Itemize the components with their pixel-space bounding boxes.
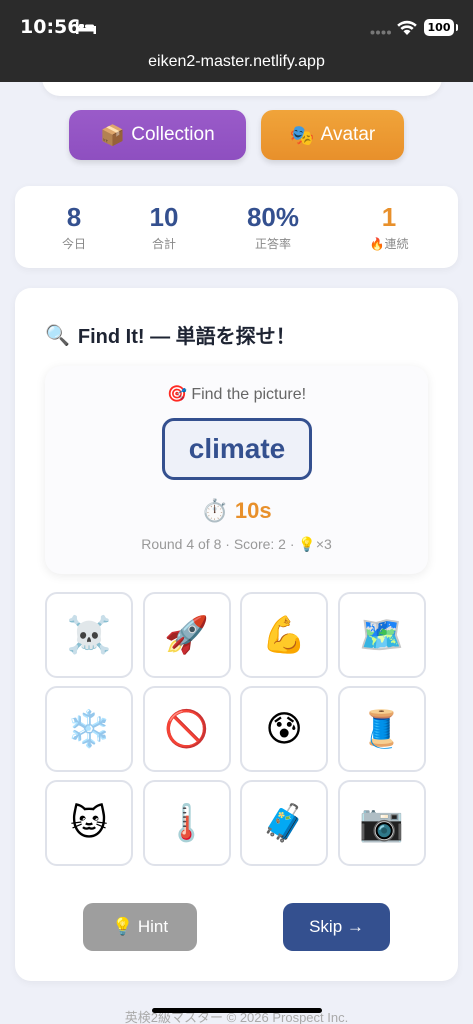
stat-label: 正答率: [254, 237, 291, 251]
anxious-face-icon: 😰: [265, 708, 303, 750]
stat-streak: 1 🔥連続: [334, 202, 444, 252]
camera-icon: 📷: [359, 803, 405, 844]
stat-label: 合計: [151, 237, 176, 251]
find-it-game-card: 🔍 Find It! — 単語を探せ！ 🎯 Find the picture! …: [15, 288, 458, 981]
stat-total: 10 合計: [109, 202, 219, 252]
skip-button[interactable]: Skip →: [283, 903, 390, 951]
bed-icon: [76, 22, 96, 34]
timer: ⏱️ 10s: [201, 498, 272, 523]
prompt-text: 🎯 Find the picture!: [166, 386, 307, 403]
prohibited-icon: 🚫: [164, 709, 209, 750]
target-word: climate: [162, 418, 312, 480]
picture-tile-flexed-biceps[interactable]: 💪: [240, 592, 329, 678]
rocket-icon: 🚀: [164, 615, 209, 656]
stat-accuracy: 80% 正答率: [218, 202, 328, 252]
stat-label: 🔥連続: [369, 237, 409, 251]
stat-value: 10: [149, 202, 179, 232]
round-info: Round 4 of 8 · Score: 2 · 💡×3: [141, 536, 332, 552]
thermometer-icon: 🌡️: [164, 803, 209, 844]
flexed-biceps-icon: 💪: [261, 615, 307, 656]
stat-value: 80%: [246, 202, 300, 232]
picture-tile-rocket[interactable]: 🚀: [142, 592, 231, 678]
status-time: 10:56: [20, 16, 81, 38]
magnifier-icon: 🔍: [45, 322, 70, 347]
collection-button[interactable]: 📦 Collection: [69, 110, 246, 160]
picture-tile-camera[interactable]: 📷: [337, 780, 426, 866]
thread-spool-icon: 🧵: [359, 709, 405, 750]
stats-card: 8 今日 10 合計 80% 正答率 1 🔥連続: [15, 186, 458, 268]
hint-button[interactable]: 💡 Hint: [83, 903, 197, 951]
home-indicator: [152, 1008, 322, 1013]
cat-face-icon: 🐱: [70, 802, 108, 844]
picture-grid: ☠️ 🚀 💪 🗺️ ❄️ 🚫 😰 🧵 🐱 🌡️ 🧳 📷: [45, 592, 428, 866]
prompt-card: 🎯 Find the picture! climate ⏱️ 10s Round…: [45, 366, 428, 574]
picture-tile-cat-face[interactable]: 🐱: [45, 780, 133, 866]
picture-tile-anxious-face[interactable]: 😰: [240, 686, 329, 772]
picture-tile-snowflake[interactable]: ❄️: [45, 686, 133, 772]
picture-tile-thermometer[interactable]: 🌡️: [142, 780, 231, 866]
avatar-label: Avatar: [320, 124, 376, 145]
collection-label: Collection: [131, 124, 215, 145]
picture-tile-luggage[interactable]: 🧳: [240, 780, 329, 866]
avatar-button[interactable]: 🎭 Avatar: [261, 110, 404, 160]
stat-value: 1: [381, 202, 397, 232]
picture-tile-thread-spool[interactable]: 🧵: [337, 686, 426, 772]
game-title-text: Find It! — 単語を探せ！: [77, 326, 296, 348]
game-title: 🔍 Find It! — 単語を探せ！: [45, 320, 296, 349]
picture-tile-world-map[interactable]: 🗺️: [337, 592, 426, 678]
luggage-icon: 🧳: [261, 803, 307, 844]
picture-tile-skull-crossbones[interactable]: ☠️: [45, 592, 133, 678]
status-bar: 10:56 100 eiken2-master.netlify.app: [0, 0, 473, 82]
masks-icon: 🎭: [289, 123, 315, 147]
battery-indicator: 100: [424, 19, 458, 36]
url-bar[interactable]: eiken2-master.netlify.app: [0, 53, 473, 71]
package-icon: 📦: [100, 123, 126, 147]
world-map-icon: 🗺️: [359, 615, 405, 656]
picture-tile-prohibited[interactable]: 🚫: [142, 686, 231, 772]
wifi-icon: [397, 20, 417, 35]
skull-crossbones-icon: ☠️: [66, 615, 112, 656]
signal-dots-icon: [370, 30, 391, 35]
snowflake-icon: ❄️: [66, 709, 112, 750]
